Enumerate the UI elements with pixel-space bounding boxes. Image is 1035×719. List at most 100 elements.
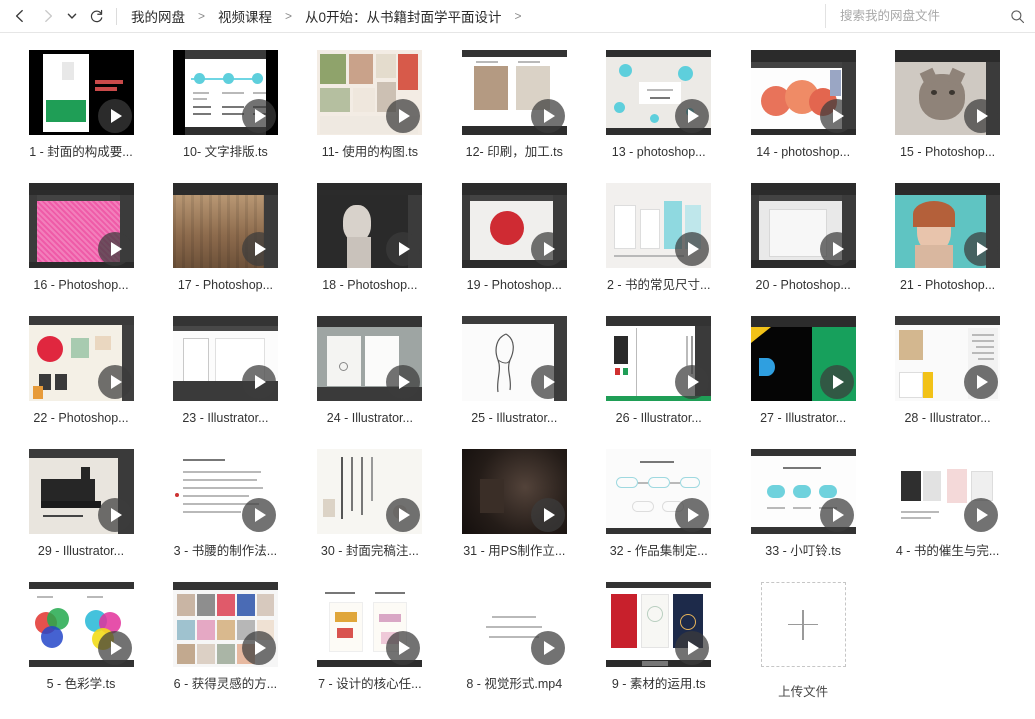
play-icon[interactable] <box>98 498 132 532</box>
file-item[interactable]: 12- 印刷，加工.ts <box>445 42 583 175</box>
play-icon[interactable] <box>531 631 565 665</box>
file-item[interactable]: 4 - 书的催生与完... <box>879 441 1017 574</box>
play-icon[interactable] <box>242 99 276 133</box>
file-item[interactable]: 13 - photoshop... <box>590 42 728 175</box>
file-thumbnail[interactable] <box>462 50 567 135</box>
file-thumbnail[interactable] <box>606 449 711 534</box>
file-thumbnail[interactable] <box>173 316 278 401</box>
file-thumbnail[interactable] <box>29 582 134 667</box>
file-item[interactable]: 26 - Illustrator... <box>590 308 728 441</box>
file-item[interactable]: 27 - Illustrator... <box>734 308 872 441</box>
play-icon[interactable] <box>964 498 998 532</box>
file-item[interactable]: 23 - Illustrator... <box>156 308 294 441</box>
file-thumbnail[interactable] <box>751 316 856 401</box>
play-icon[interactable] <box>531 232 565 266</box>
file-item[interactable]: 17 - Photoshop... <box>156 175 294 308</box>
file-thumbnail[interactable] <box>29 449 134 534</box>
file-item[interactable]: 15 - Photoshop... <box>879 42 1017 175</box>
play-icon[interactable] <box>964 232 998 266</box>
play-icon[interactable] <box>820 99 854 133</box>
upload-file-tile[interactable]: 上传文件 <box>734 574 872 707</box>
file-thumbnail[interactable] <box>317 449 422 534</box>
play-icon[interactable] <box>675 631 709 665</box>
forward-button[interactable] <box>34 2 62 30</box>
file-thumbnail[interactable] <box>895 449 1000 534</box>
file-thumbnail[interactable] <box>462 582 567 667</box>
upload-dropzone[interactable] <box>761 582 846 667</box>
play-icon[interactable] <box>675 232 709 266</box>
play-icon[interactable] <box>964 99 998 133</box>
file-item[interactable]: 11- 使用的构图.ts <box>301 42 439 175</box>
file-item[interactable]: 32 - 作品集制定... <box>590 441 728 574</box>
file-thumbnail[interactable] <box>462 449 567 534</box>
file-thumbnail[interactable] <box>317 582 422 667</box>
play-icon[interactable] <box>98 232 132 266</box>
file-thumbnail[interactable] <box>462 316 567 401</box>
play-icon[interactable] <box>242 232 276 266</box>
file-item[interactable]: 7 - 设计的核心任... <box>301 574 439 707</box>
file-thumbnail[interactable] <box>173 582 278 667</box>
breadcrumb-item-current[interactable]: 从0开始：从书籍封面学平面设计 <box>301 4 506 28</box>
play-icon[interactable] <box>675 99 709 133</box>
file-item[interactable]: 31 - 用PS制作立... <box>445 441 583 574</box>
file-thumbnail[interactable] <box>173 183 278 268</box>
file-thumbnail[interactable] <box>751 449 856 534</box>
play-icon[interactable] <box>820 232 854 266</box>
breadcrumb-item-video-courses[interactable]: 视频课程 <box>214 4 276 28</box>
file-item[interactable]: 10- 文字排版.ts <box>156 42 294 175</box>
file-item[interactable]: 18 - Photoshop... <box>301 175 439 308</box>
file-thumbnail[interactable] <box>317 50 422 135</box>
play-icon[interactable] <box>98 99 132 133</box>
search-input[interactable] <box>840 9 1010 23</box>
file-item[interactable]: 24 - Illustrator... <box>301 308 439 441</box>
play-icon[interactable] <box>964 365 998 399</box>
file-item[interactable]: 33 - 小叮铃.ts <box>734 441 872 574</box>
play-icon[interactable] <box>675 365 709 399</box>
play-icon[interactable] <box>531 99 565 133</box>
file-thumbnail[interactable] <box>606 582 711 667</box>
play-icon[interactable] <box>98 365 132 399</box>
play-icon[interactable] <box>242 631 276 665</box>
file-item[interactable]: 2 - 书的常见尺寸... <box>590 175 728 308</box>
back-button[interactable] <box>6 2 34 30</box>
file-thumbnail[interactable] <box>317 183 422 268</box>
file-item[interactable]: 19 - Photoshop... <box>445 175 583 308</box>
search-icon[interactable] <box>1010 9 1025 24</box>
file-thumbnail[interactable] <box>895 50 1000 135</box>
file-thumbnail[interactable] <box>606 316 711 401</box>
file-item[interactable]: 8 - 视觉形式.mp4 <box>445 574 583 707</box>
file-thumbnail[interactable] <box>29 316 134 401</box>
play-icon[interactable] <box>531 498 565 532</box>
file-thumbnail[interactable] <box>29 50 134 135</box>
file-thumbnail[interactable] <box>751 50 856 135</box>
file-item[interactable]: 20 - Photoshop... <box>734 175 872 308</box>
file-item[interactable]: 3 - 书腰的制作法... <box>156 441 294 574</box>
file-thumbnail[interactable] <box>751 183 856 268</box>
file-item[interactable]: 28 - Illustrator... <box>879 308 1017 441</box>
file-thumbnail[interactable] <box>317 316 422 401</box>
file-item[interactable]: 16 - Photoshop... <box>12 175 150 308</box>
file-thumbnail[interactable] <box>606 50 711 135</box>
file-item[interactable]: 22 - Photoshop... <box>12 308 150 441</box>
file-thumbnail[interactable] <box>895 316 1000 401</box>
file-item[interactable]: 1 - 封面的构成要... <box>12 42 150 175</box>
file-thumbnail[interactable] <box>173 449 278 534</box>
play-icon[interactable] <box>820 365 854 399</box>
file-item[interactable]: 14 - photoshop... <box>734 42 872 175</box>
file-thumbnail[interactable] <box>606 183 711 268</box>
search-box[interactable] <box>825 4 1025 28</box>
breadcrumb-item-root[interactable]: 我的网盘 <box>127 4 189 28</box>
file-item[interactable]: 29 - Illustrator... <box>12 441 150 574</box>
file-item[interactable]: 5 - 色彩学.ts <box>12 574 150 707</box>
file-item[interactable]: 30 - 封面完稿注... <box>301 441 439 574</box>
refresh-button[interactable] <box>82 2 110 30</box>
file-thumbnail[interactable] <box>462 183 567 268</box>
play-icon[interactable] <box>242 498 276 532</box>
file-item[interactable]: 9 - 素材的运用.ts <box>590 574 728 707</box>
file-item[interactable]: 21 - Photoshop... <box>879 175 1017 308</box>
file-item[interactable]: 6 - 获得灵感的方... <box>156 574 294 707</box>
file-thumbnail[interactable] <box>173 50 278 135</box>
play-icon[interactable] <box>242 365 276 399</box>
history-dropdown-button[interactable] <box>62 2 82 30</box>
play-icon[interactable] <box>820 498 854 532</box>
